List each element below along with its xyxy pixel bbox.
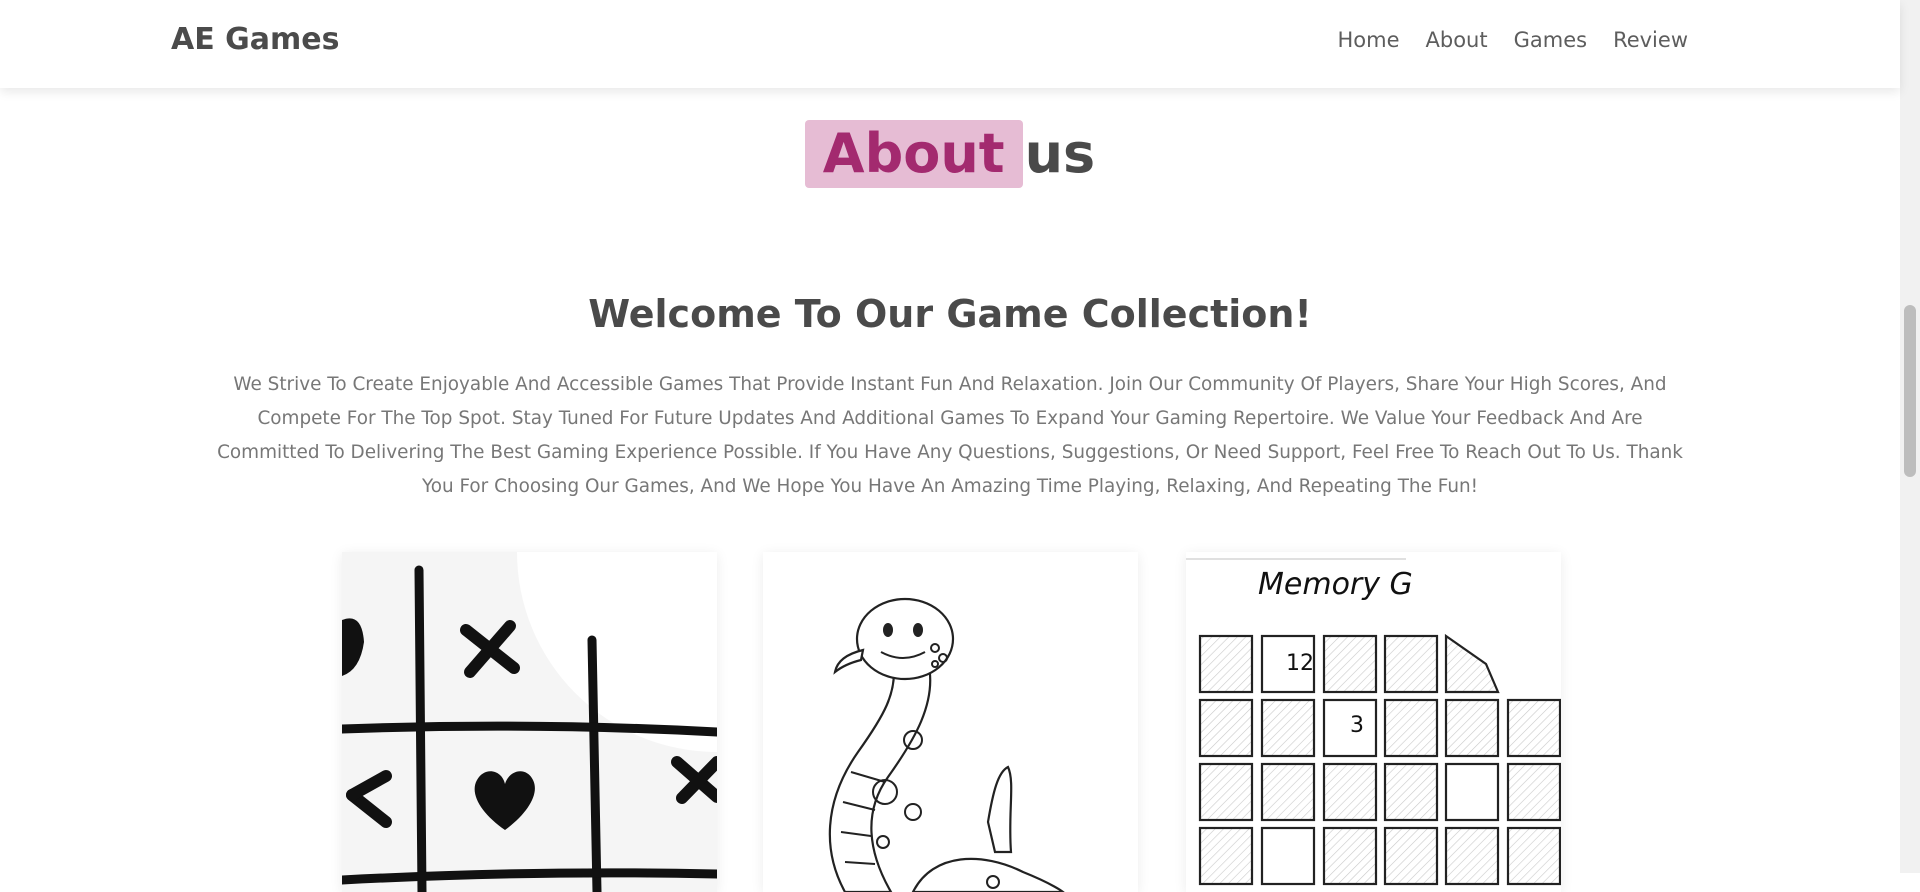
memory-tile	[1506, 698, 1561, 758]
page-scrollbar[interactable]	[1900, 0, 1920, 873]
nav-about[interactable]: About	[1426, 28, 1488, 52]
memory-tile	[1260, 698, 1316, 758]
memory-tile	[1322, 762, 1378, 822]
memory-tile	[1383, 698, 1439, 758]
nav-games[interactable]: Games	[1514, 28, 1587, 52]
site-header: AE Games Home About Games Review	[0, 0, 1900, 88]
memory-tile	[1198, 826, 1254, 886]
about-heading-highlight: About	[804, 120, 1023, 188]
memory-tile	[1260, 826, 1316, 886]
memory-tile	[1506, 826, 1561, 886]
memory-tile-12-label: 12	[1286, 651, 1314, 676]
memory-game-illustration: Memory G 12 3	[1186, 552, 1561, 892]
memory-tile	[1383, 826, 1439, 886]
nav-review[interactable]: Review	[1613, 28, 1688, 52]
memory-tile	[1198, 762, 1254, 822]
about-heading-rest: us	[1024, 122, 1096, 185]
memory-title: Memory G	[1258, 567, 1413, 602]
about-paragraph: We Strive To Create Enjoyable And Access…	[217, 374, 1683, 497]
tic-tac-toe-illustration	[342, 552, 717, 892]
memory-tile	[1444, 826, 1500, 886]
about-heading: About us	[0, 120, 1900, 188]
scrollbar-thumb[interactable]	[1904, 305, 1916, 477]
memory-tile	[1383, 762, 1439, 822]
welcome-heading: Welcome To Our Game Collection!	[588, 292, 1312, 336]
memory-tile	[1322, 634, 1378, 694]
memory-tile	[1198, 698, 1254, 758]
memory-tile	[1260, 762, 1316, 822]
game-card-memory[interactable]: Memory G 12 3	[1186, 552, 1561, 892]
game-card-tictactoe[interactable]	[342, 552, 717, 892]
memory-tile	[1506, 762, 1561, 822]
nav-home[interactable]: Home	[1337, 28, 1399, 52]
snake-illustration	[763, 552, 1138, 892]
memory-tile	[1322, 826, 1378, 886]
main-nav: Home About Games Review	[1311, 28, 1688, 52]
memory-tile	[1383, 634, 1439, 694]
site-logo[interactable]: AE Games	[171, 22, 340, 57]
memory-tile	[1198, 634, 1254, 694]
memory-tile	[1444, 762, 1500, 822]
game-card-snake[interactable]	[763, 552, 1138, 892]
memory-tile-3-label: 3	[1350, 713, 1364, 738]
memory-tile	[1444, 698, 1500, 758]
